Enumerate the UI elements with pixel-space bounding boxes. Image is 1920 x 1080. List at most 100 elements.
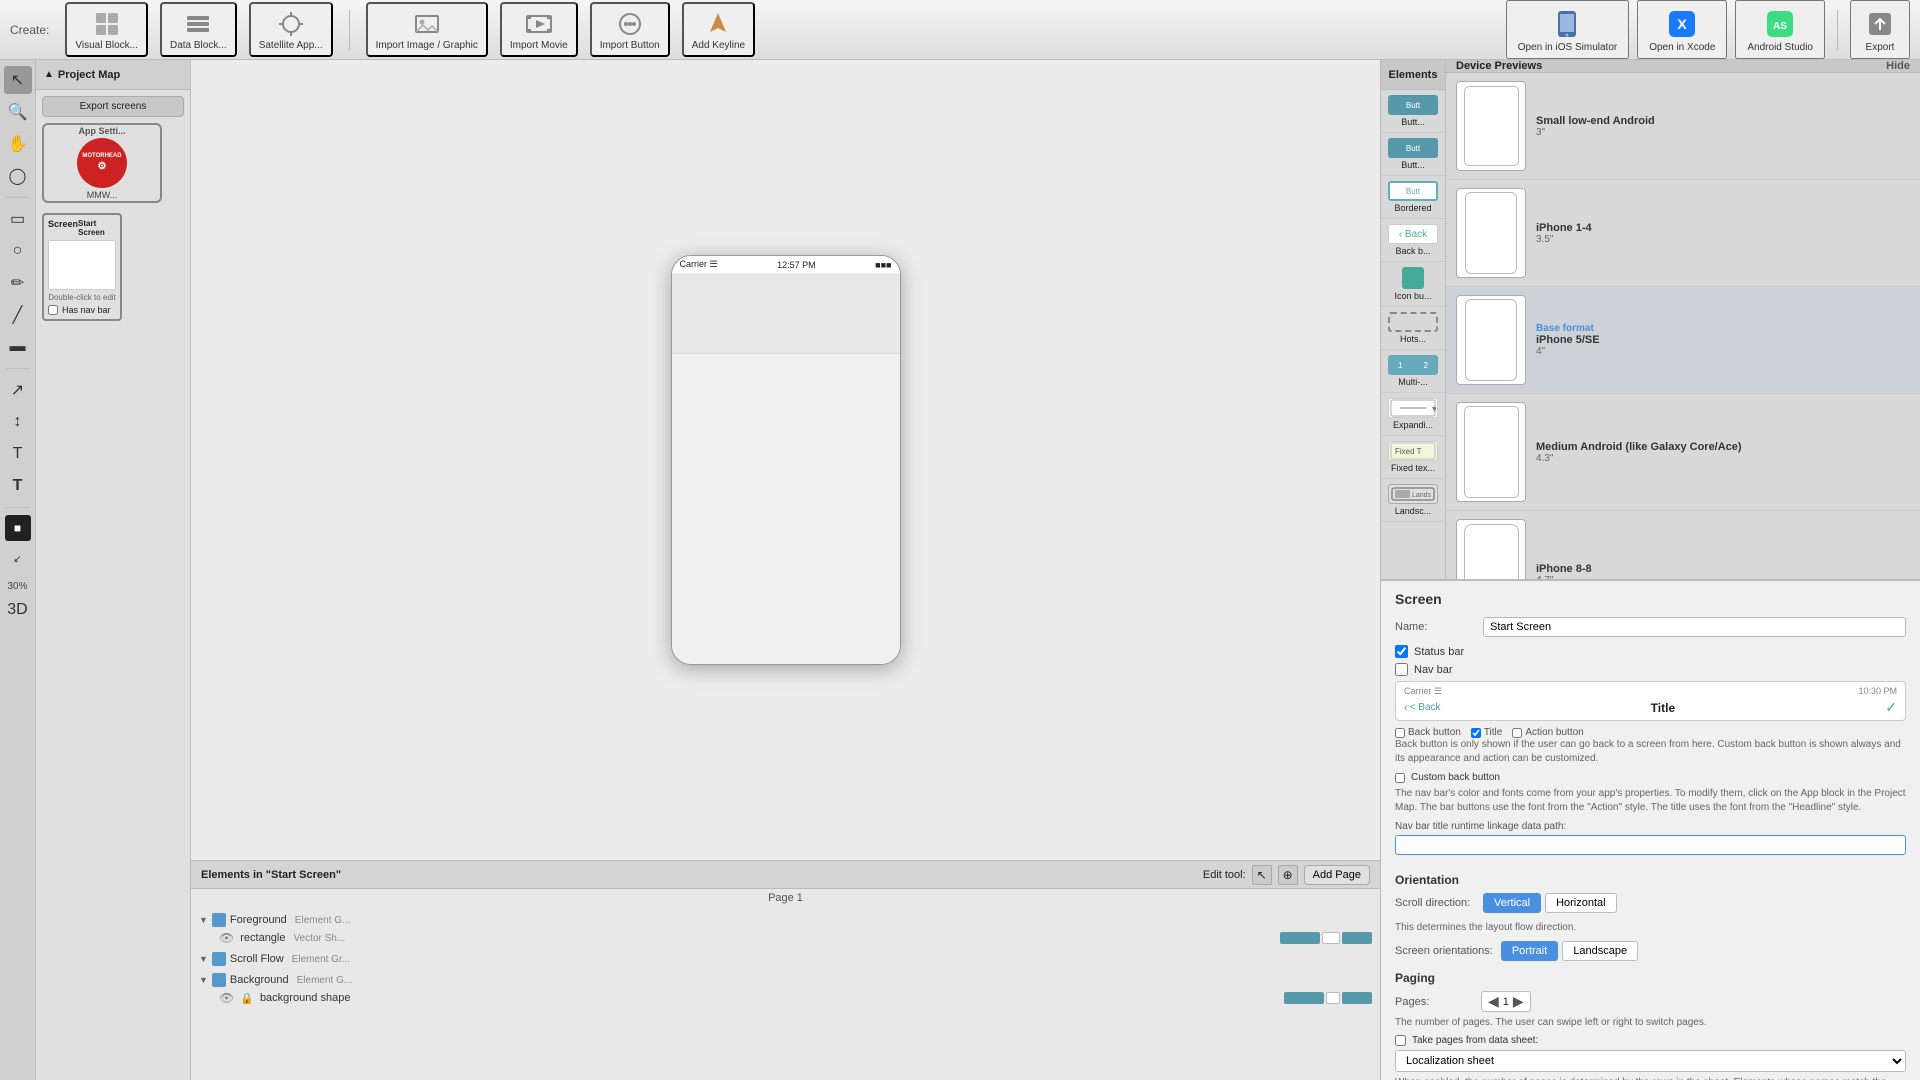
- device-panel-hide-btn[interactable]: Hide: [1886, 60, 1910, 72]
- device-row-android-small: Small low-end Android 3": [1446, 73, 1920, 180]
- text2-tool[interactable]: T: [4, 472, 32, 500]
- main-area: ↖ 🔍 ✋ ◯ ▭ ○ ✏ ╱ ▬ ↗ ↕ T T ■ ↙ 30% 3D ▲ P…: [0, 60, 1920, 1080]
- scroll-direction-row: Scroll direction: Vertical Horizontal: [1395, 893, 1906, 913]
- circle-tool[interactable]: ◯: [4, 162, 32, 190]
- tool-separator-2: [6, 368, 30, 369]
- open-xcode-btn[interactable]: X Open in Xcode: [1637, 0, 1727, 59]
- multi-elem[interactable]: 12 Multi-...: [1381, 350, 1445, 393]
- nav-data-path-input[interactable]: [1395, 835, 1906, 855]
- app-badge-line1: MOTORHEAD: [82, 153, 121, 160]
- ios-simulator-icon: [1549, 6, 1585, 42]
- button-elem-bordered[interactable]: Butt Bordered: [1381, 176, 1445, 219]
- pages-decrement-btn[interactable]: ◀: [1486, 993, 1501, 1010]
- satellite-app-btn[interactable]: Satellite App...: [249, 2, 333, 57]
- edit-move-tool[interactable]: ⊕: [1278, 865, 1298, 885]
- device-thumb-iphone14: [1456, 188, 1526, 278]
- device-info-android-medium: Medium Android (like Galaxy Core/Ace) 4.…: [1536, 441, 1742, 464]
- screen-orient-btns: Portrait Landscape: [1501, 941, 1638, 961]
- background-header: ▼ Background Element G...: [199, 971, 1372, 989]
- nav-bar-checkbox[interactable]: [1395, 663, 1408, 676]
- screen-card[interactable]: Screen Start Screen Double-click to edit…: [42, 213, 122, 321]
- data-block-btn[interactable]: Data Block...: [160, 2, 237, 57]
- back-btn-elem[interactable]: ‹ Back Back b...: [1381, 219, 1445, 262]
- has-nav-checkbox[interactable]: [48, 305, 58, 315]
- hotspot-elem[interactable]: Hots...: [1381, 307, 1445, 350]
- icon-preview: [1402, 267, 1424, 289]
- add-page-btn[interactable]: Add Page: [1304, 865, 1370, 885]
- edit-tool-area: Edit tool: ↖ ⊕ Add Page: [1203, 865, 1370, 885]
- 3d-btn[interactable]: 3D: [4, 596, 32, 624]
- vertical-btn[interactable]: Vertical: [1483, 893, 1541, 913]
- color-tool[interactable]: ■: [5, 515, 31, 541]
- shape-tool[interactable]: ▬: [4, 333, 32, 361]
- rectangle-item[interactable]: 👁 rectangle Vector Sh...: [199, 929, 1372, 947]
- select-tool[interactable]: ↖: [4, 66, 32, 94]
- nav-back-label: ‹ < Back: [1404, 702, 1441, 714]
- custom-back-checkbox[interactable]: [1395, 773, 1405, 783]
- import-movie-icon: [523, 8, 555, 40]
- oval-tool[interactable]: ○: [4, 237, 32, 265]
- rect-tool[interactable]: ▭: [4, 205, 32, 233]
- app-settings-thumb[interactable]: App Setti... MOTORHEAD ⚙ MMW...: [42, 123, 162, 203]
- icon-btn-elem[interactable]: Icon bu...: [1381, 262, 1445, 307]
- edit-select-tool[interactable]: ↖: [1252, 865, 1272, 885]
- hotspot-preview: [1388, 312, 1438, 332]
- import-image-btn[interactable]: Import Image / Graphic: [366, 2, 488, 57]
- landscape-btn[interactable]: Landscape: [1562, 941, 1638, 961]
- device-row-iphone14: iPhone 1-4 3.5": [1446, 180, 1920, 287]
- add-keyline-btn[interactable]: Add Keyline: [682, 2, 755, 57]
- action-btn-checkbox[interactable]: [1512, 728, 1522, 738]
- nav-desc-2: The nav bar's color and fonts come from …: [1395, 787, 1906, 815]
- device-thumb-android-medium: [1456, 402, 1526, 502]
- line-tool[interactable]: ╱: [4, 301, 32, 329]
- corner-tool[interactable]: ↙: [4, 545, 32, 573]
- zoom-tool[interactable]: 🔍: [4, 98, 32, 126]
- svg-text:X: X: [1678, 16, 1688, 32]
- export-screens-btn[interactable]: Export screens: [42, 96, 184, 117]
- status-bar-checkbox[interactable]: [1395, 645, 1408, 658]
- pages-increment-btn[interactable]: ▶: [1511, 993, 1526, 1010]
- expand-elem[interactable]: ▼ Expandi...: [1381, 393, 1445, 436]
- satellite-icon: [275, 8, 307, 40]
- open-ios-btn[interactable]: Open in iOS Simulator: [1506, 0, 1630, 59]
- title-checkbox[interactable]: [1471, 728, 1481, 738]
- text-tool[interactable]: T: [4, 440, 32, 468]
- device-info-iphone5: Base format iPhone 5/SE 4": [1536, 323, 1600, 357]
- pan-tool[interactable]: ✋: [4, 130, 32, 158]
- device-thumb-iphone5: [1456, 295, 1526, 385]
- nav-title-text: Title: [1651, 701, 1675, 715]
- localization-sheet-select[interactable]: Localization sheet: [1395, 1050, 1906, 1072]
- foreground-arrow[interactable]: ▼: [199, 915, 208, 925]
- bg-bar-3: [1342, 992, 1372, 1004]
- canvas-area[interactable]: Carrier ☰ 12:57 PM ■■■: [191, 60, 1380, 860]
- project-map-arrow: ▲: [44, 69, 54, 80]
- take-pages-checkbox[interactable]: [1395, 1035, 1406, 1046]
- background-arrow[interactable]: ▼: [199, 975, 208, 985]
- android-studio-btn[interactable]: AS Android Studio: [1735, 0, 1825, 59]
- export-btn[interactable]: Export: [1850, 0, 1910, 59]
- fixed-text-elem[interactable]: Fixed T Fixed tex...: [1381, 436, 1445, 479]
- back-btn-checkbox[interactable]: [1395, 728, 1405, 738]
- pen-tool[interactable]: ✏: [4, 269, 32, 297]
- horizontal-btn[interactable]: Horizontal: [1545, 893, 1617, 913]
- select3-tool[interactable]: ↕: [4, 408, 32, 436]
- scroll-flow-arrow[interactable]: ▼: [199, 954, 208, 964]
- portrait-btn[interactable]: Portrait: [1501, 941, 1558, 961]
- bottom-panel-header: Elements in "Start Screen" Edit tool: ↖ …: [191, 861, 1380, 889]
- bg-vis-icon[interactable]: 👁: [219, 991, 234, 1005]
- background-shape-item[interactable]: 👁 🔒 background shape: [199, 989, 1372, 1007]
- import-movie-btn[interactable]: Import Movie: [500, 2, 578, 57]
- multi-preview: 12: [1388, 355, 1438, 375]
- import-button-btn[interactable]: Import Button: [590, 2, 670, 57]
- pages-value: 1: [1503, 996, 1509, 1008]
- button-elem-2[interactable]: Butt Butt...: [1381, 133, 1445, 176]
- rectangle-vis-icon[interactable]: 👁: [219, 931, 234, 945]
- bar-3: [1342, 932, 1372, 944]
- select2-tool[interactable]: ↗: [4, 376, 32, 404]
- landscape-elem[interactable]: Lands Landsc...: [1381, 479, 1445, 522]
- button-elem-1[interactable]: Butt Butt...: [1381, 90, 1445, 133]
- import-button-icon: [614, 8, 646, 40]
- bottom-elements-panel: Elements in "Start Screen" Edit tool: ↖ …: [191, 860, 1380, 1080]
- screen-name-input[interactable]: [1483, 617, 1906, 637]
- visual-block-btn[interactable]: Visual Block...: [65, 2, 148, 57]
